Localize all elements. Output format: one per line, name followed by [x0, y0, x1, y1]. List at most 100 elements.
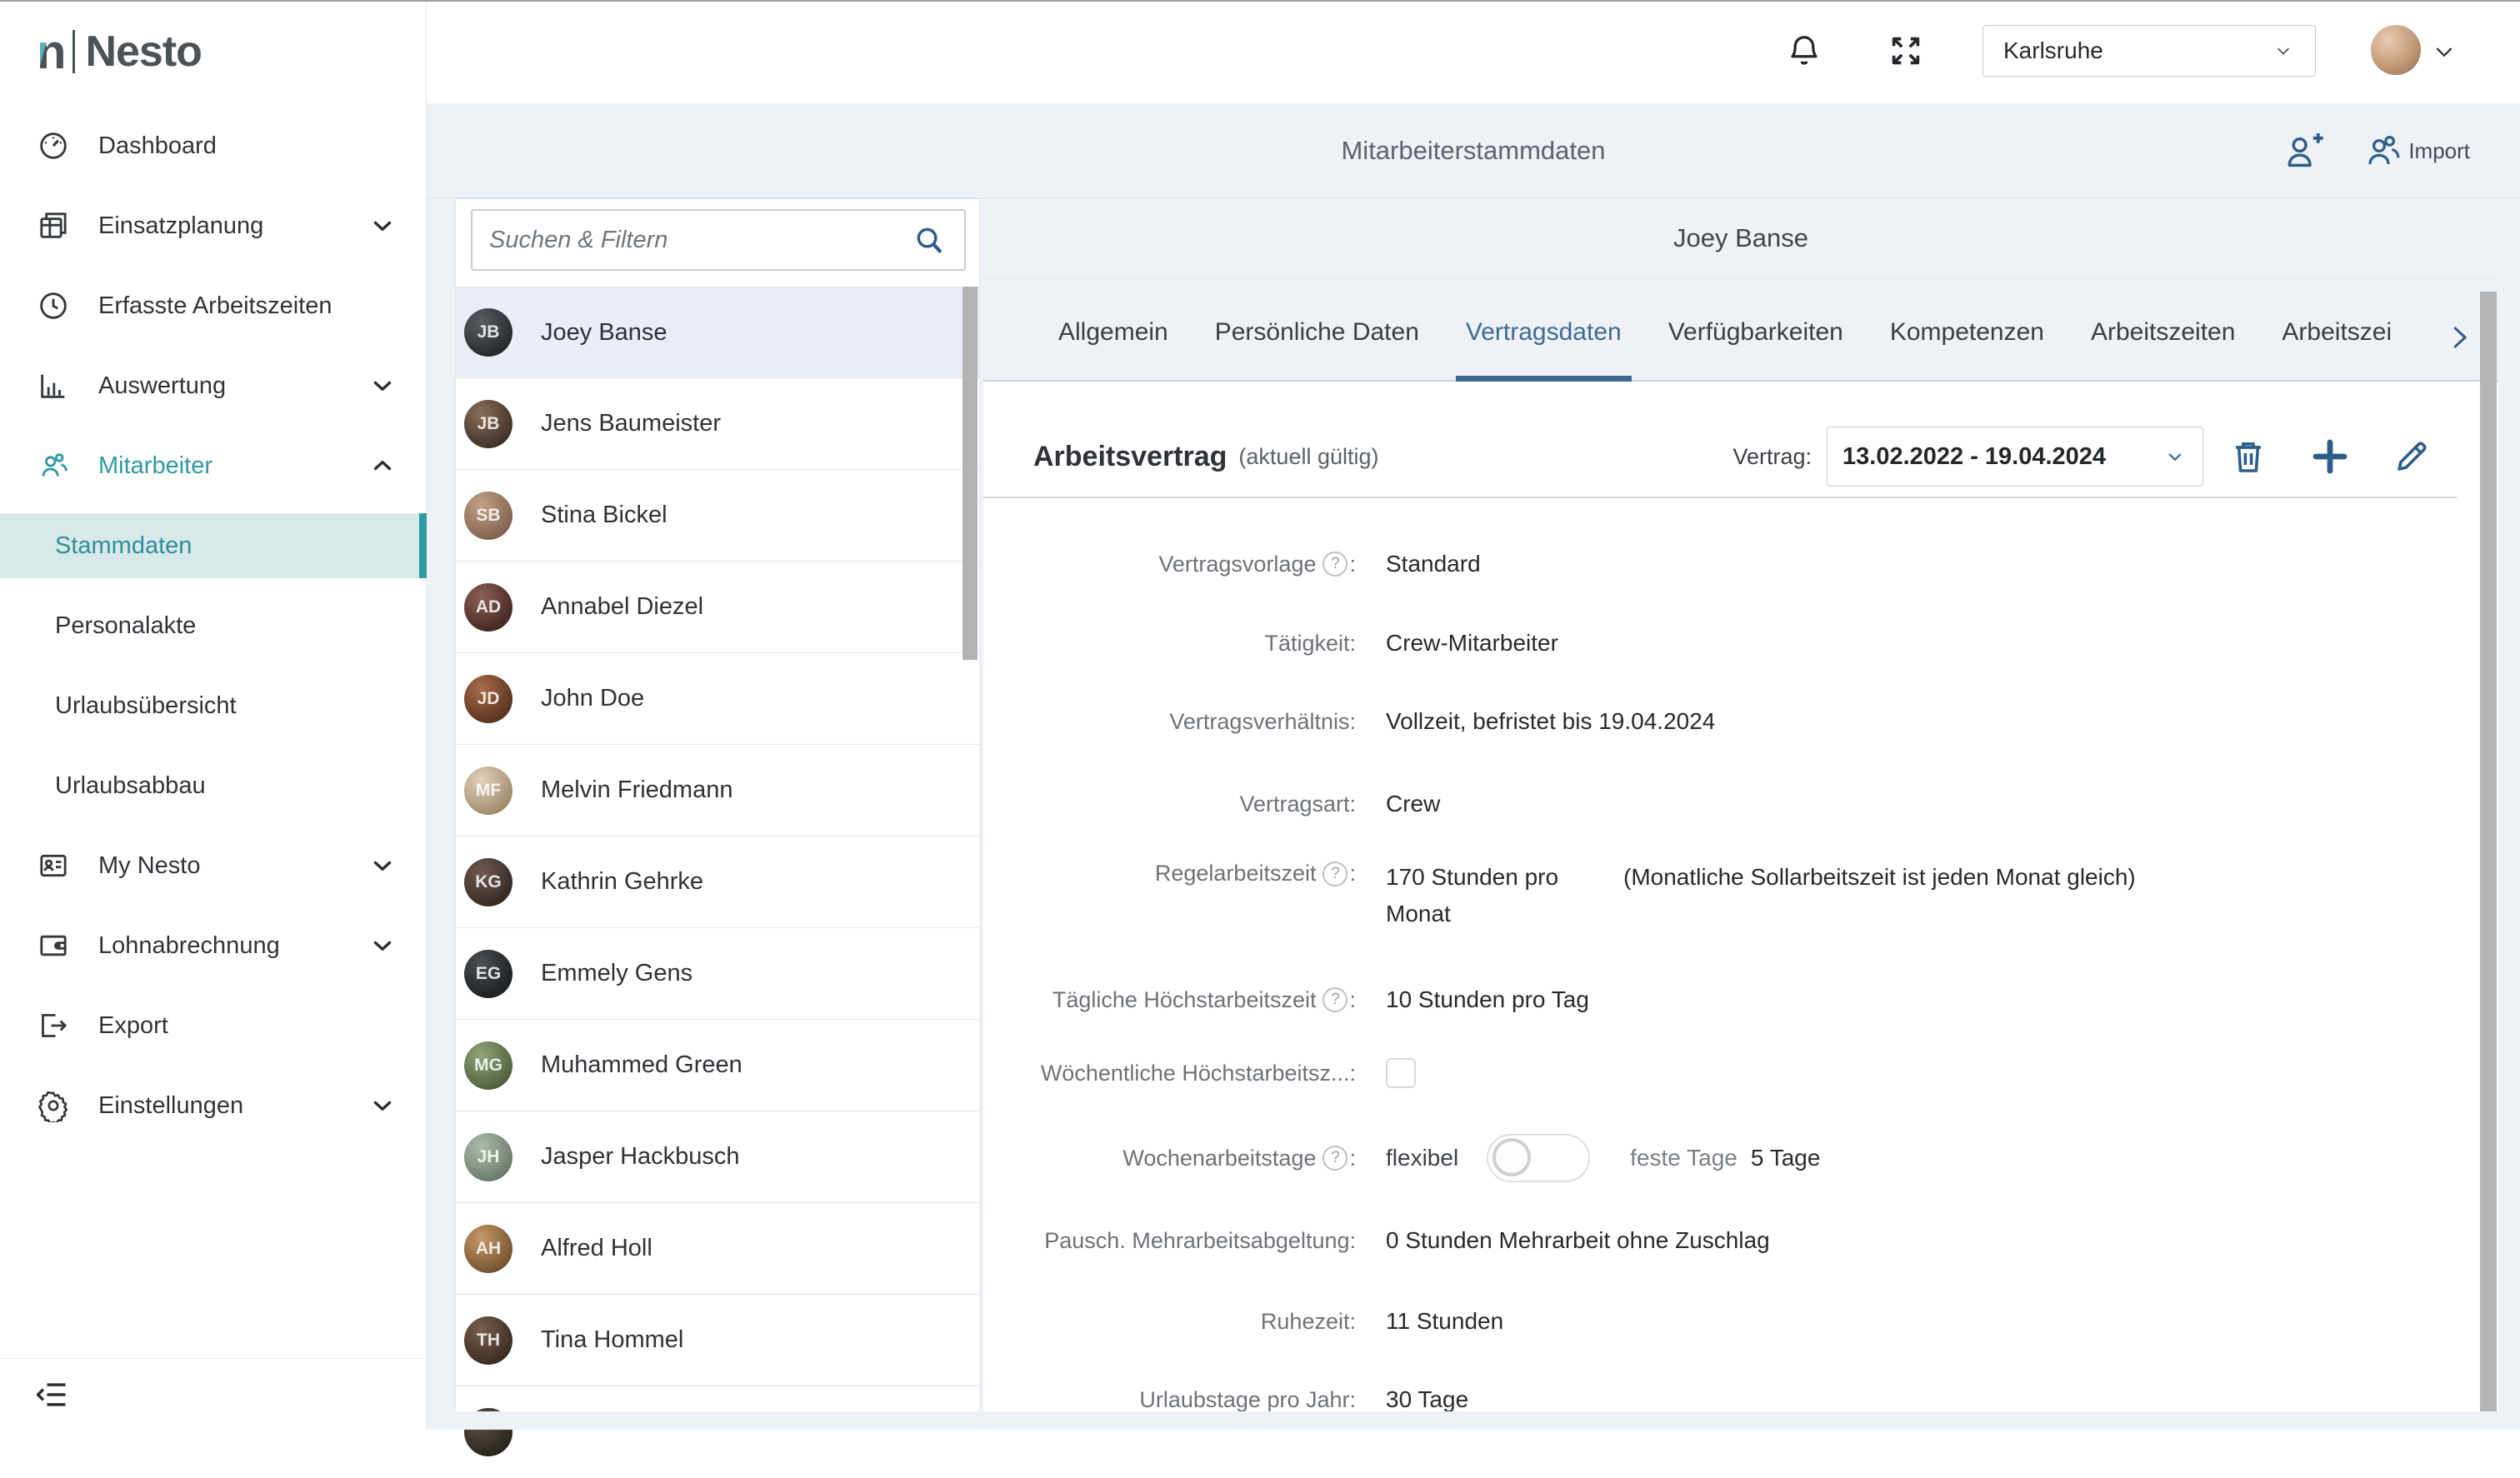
- employee-row[interactable]: TH Tina Hommel: [456, 1295, 979, 1386]
- sidebar-item-erfasste-arbeitszeiten[interactable]: Erfasste Arbeitszeiten: [0, 266, 427, 346]
- weekly-max-checkbox[interactable]: [1386, 1058, 1416, 1088]
- sidebar-item-export[interactable]: Export: [0, 986, 427, 1066]
- tab-verfuegbarkeiten[interactable]: Verfügbarkeiten: [1668, 318, 1843, 380]
- page-title: Mitarbeiterstammdaten: [427, 103, 2520, 198]
- field-value: Crew: [1386, 791, 1440, 817]
- add-employee-icon[interactable]: [2282, 129, 2325, 172]
- employee-avatar: JH: [464, 1133, 512, 1181]
- tabs-scroll-right-icon[interactable]: [2443, 322, 2475, 353]
- import-button[interactable]: Import: [2362, 131, 2470, 171]
- employee-row[interactable]: AH Alfred Holl: [456, 1203, 979, 1295]
- user-avatar[interactable]: [2371, 25, 2421, 75]
- tab-allgemein[interactable]: Allgemein: [1058, 318, 1168, 380]
- form-row-taetigkeit: Tätigkeit: Crew-Mitarbeiter: [1033, 620, 2450, 667]
- employee-name: Joey Banse: [541, 319, 668, 347]
- help-icon[interactable]: ?: [1322, 861, 1348, 886]
- workdays-value: 5 Tage: [1751, 1145, 1821, 1171]
- toggle-knob: [1492, 1138, 1531, 1176]
- workdays-toggle[interactable]: [1487, 1134, 1590, 1182]
- search-icon[interactable]: [911, 222, 948, 258]
- employee-row[interactable]: JH Jasper Hackbusch: [456, 1111, 979, 1203]
- fullscreen-expand-icon[interactable]: [1887, 32, 1925, 70]
- sidebar-item-einstellungen[interactable]: Einstellungen: [0, 1066, 427, 1146]
- employee-avatar: JB: [464, 400, 512, 448]
- employee-name: Emmely Gens: [541, 960, 692, 987]
- field-value: 10 Stunden pro Tag: [1386, 986, 1589, 1013]
- page-header: Mitarbeiterstammdaten Import: [427, 103, 2520, 198]
- sidebar-item-label: Urlaubsabbau: [55, 772, 206, 800]
- sidebar-item-dashboard[interactable]: Dashboard: [0, 106, 427, 186]
- help-icon[interactable]: ?: [1322, 987, 1348, 1012]
- employee-row[interactable]: MF Melvin Friedmann: [456, 745, 979, 836]
- employee-name: Jens Baumeister: [541, 410, 721, 437]
- header-actions: Import: [2282, 103, 2470, 198]
- location-select[interactable]: Karlsruhe: [1982, 25, 2316, 77]
- collapse-sidebar-icon[interactable]: [33, 1376, 70, 1413]
- section-title: Arbeitsvertrag: [1033, 441, 1227, 473]
- user-menu-chevron-icon[interactable]: [2431, 38, 2458, 65]
- sidebar-item-my-nesto[interactable]: My Nesto: [0, 826, 427, 906]
- toggle-left-label: flexibel: [1386, 1145, 1458, 1171]
- tab-arbeitszeiten[interactable]: Arbeitszeiten: [2091, 318, 2235, 380]
- sidebar-item-mitarbeiter[interactable]: Mitarbeiter: [0, 426, 427, 506]
- chevron-down-icon: [368, 1091, 397, 1120]
- notifications-bell-icon[interactable]: [1785, 32, 1823, 70]
- sidebar-item-label: Urlaubsübersicht: [55, 692, 237, 720]
- badge-icon: [37, 849, 70, 882]
- employee-row[interactable]: JB Jens Baumeister: [456, 378, 979, 470]
- window-top-edge: [0, 0, 2520, 2]
- sidebar-item-stammdaten[interactable]: Stammdaten: [0, 513, 427, 578]
- sidebar-item-label: Erfasste Arbeitszeiten: [98, 292, 332, 320]
- employee-name: Kathrin Gehrke: [541, 868, 703, 896]
- employee-row[interactable]: AD Annabel Diezel: [456, 562, 979, 653]
- nesto-logo: n Nesto: [37, 22, 202, 82]
- tab-vertragsdaten[interactable]: Vertragsdaten: [1466, 318, 1622, 380]
- contract-period-select[interactable]: 13.02.2022 - 19.04.2024: [1827, 427, 2203, 487]
- edit-contract-icon[interactable]: [2392, 437, 2432, 477]
- sidebar-item-label: Mitarbeiter: [98, 452, 212, 480]
- employee-row[interactable]: KG Kathrin Gehrke: [456, 836, 979, 928]
- chevron-down-icon: [368, 212, 397, 240]
- tab-persoenliche-daten[interactable]: Persönliche Daten: [1215, 318, 1419, 380]
- employee-row[interactable]: JB Joey Banse: [456, 287, 979, 378]
- employee-row[interactable]: [456, 1386, 979, 1478]
- help-icon[interactable]: ?: [1322, 1146, 1348, 1171]
- sidebar-item-urlaubsabbau[interactable]: Urlaubsabbau: [0, 746, 427, 826]
- employee-row[interactable]: JD John Doe: [456, 653, 979, 745]
- employee-list-scrollbar[interactable]: [962, 287, 978, 660]
- bar-chart-icon: [37, 369, 70, 402]
- topbar: Karlsruhe: [427, 0, 2520, 103]
- sidebar-item-lohnabrechnung[interactable]: Lohnabrechnung: [0, 906, 427, 986]
- employee-avatar: TH: [464, 1316, 512, 1365]
- chevron-down-icon: [368, 931, 397, 960]
- field-value: 170 Stunden pro Monat: [1386, 859, 1586, 932]
- field-label: Urlaubstage pro Jahr:: [1033, 1387, 1356, 1413]
- tab-arbeitszeiten-overflow[interactable]: Arbeitszei: [2282, 318, 2392, 380]
- search-input[interactable]: [489, 227, 911, 254]
- sidebar-item-label: Export: [98, 1012, 168, 1040]
- employee-row[interactable]: EG Emmely Gens: [456, 928, 979, 1020]
- delete-contract-icon[interactable]: [2228, 437, 2268, 477]
- employee-avatar: AH: [464, 1225, 512, 1273]
- sidebar-item-personalakte[interactable]: Personalakte: [0, 586, 427, 666]
- contract-select-label: Vertrag:: [1732, 444, 1812, 470]
- search-filter-box: [471, 209, 966, 271]
- employee-avatar: KG: [464, 858, 512, 906]
- planning-icon: [37, 209, 70, 242]
- import-people-icon: [2362, 131, 2402, 171]
- wallet-icon: [37, 929, 70, 962]
- page-scrollbar[interactable]: [2480, 292, 2497, 1411]
- employee-row[interactable]: SB Stina Bickel: [456, 470, 979, 562]
- add-contract-icon[interactable]: [2310, 437, 2350, 477]
- sidebar-item-label: Dashboard: [98, 132, 217, 160]
- chevron-down-icon: [368, 372, 397, 400]
- help-icon[interactable]: ?: [1322, 552, 1348, 577]
- sidebar-item-urlaubsuebersicht[interactable]: Urlaubsübersicht: [0, 666, 427, 746]
- workdays-toggle-group: flexibel feste Tage 5 Tage: [1386, 1134, 1820, 1182]
- sidebar-item-einsatzplanung[interactable]: Einsatzplanung: [0, 186, 427, 266]
- form-row-wochenarbeitstage: Wochenarbeitstage ? : flexibel feste Tag…: [1033, 1134, 2450, 1182]
- employee-row[interactable]: MG Muhammed Green: [456, 1020, 979, 1111]
- tab-kompetenzen[interactable]: Kompetenzen: [1890, 318, 2044, 380]
- sidebar-item-auswertung[interactable]: Auswertung: [0, 346, 427, 426]
- chevron-down-icon: [2162, 444, 2188, 469]
